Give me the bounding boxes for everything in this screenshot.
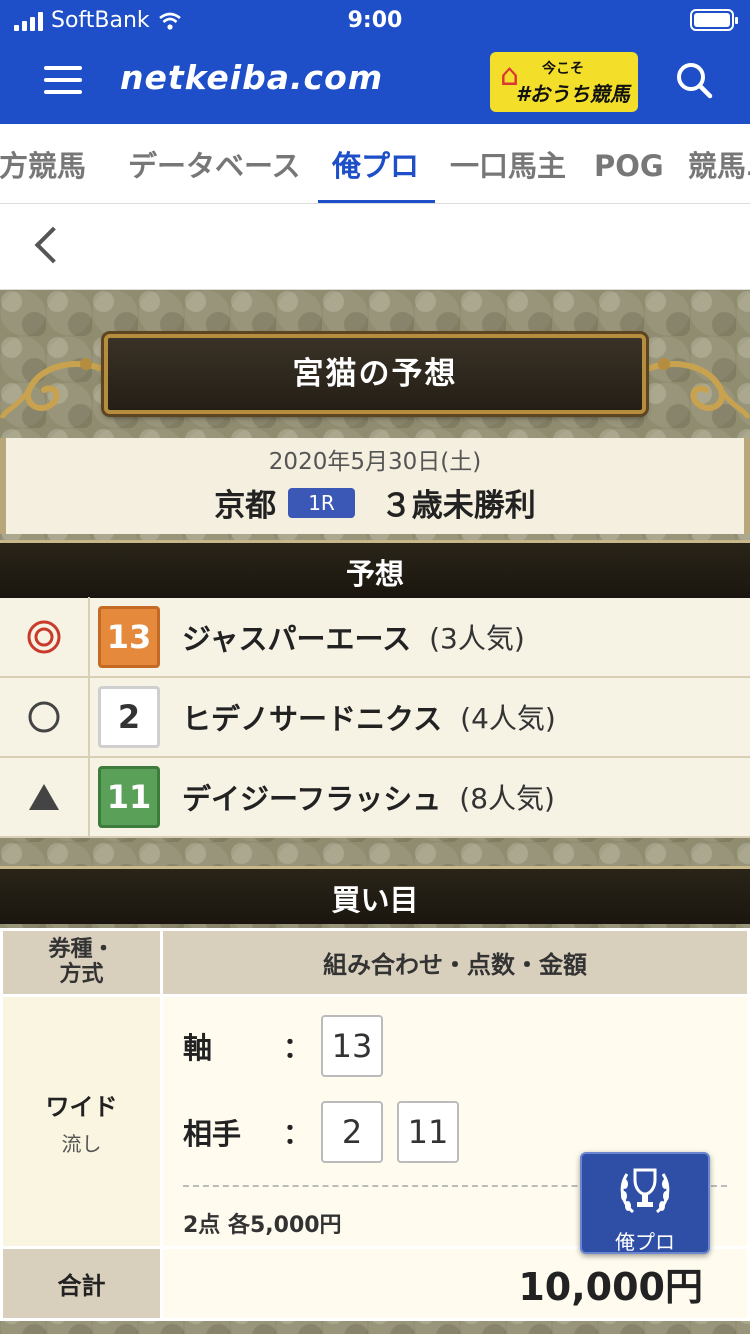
ornament-right-icon <box>647 358 750 420</box>
horse-name[interactable]: ジャスパーエース <box>182 616 411 658</box>
tab-database[interactable]: データベース <box>128 124 301 203</box>
top-bar: SoftBank 9:00 netkeiba.com ⌂ 今こそ #おうち競馬 <box>0 0 750 124</box>
ore-pro-fab-button[interactable]: 俺プロ <box>580 1152 710 1254</box>
bets-table-wrapper: 券種・ 方式 組み合わせ・点数・金額 ワイド 流し 軸 ： 13 相手 ： 2 1… <box>0 928 750 1321</box>
site-logo[interactable]: netkeiba.com <box>120 58 383 97</box>
category-tabs: 地方競馬 データベース 俺プロ 一口馬主 POG 競馬ニ <box>0 124 750 204</box>
tab-hitokuchi[interactable]: 一口馬主 <box>450 124 566 203</box>
race-name: ３歳未勝利 <box>380 488 536 524</box>
nav-bar <box>0 204 750 290</box>
promo-line1: 今こそ <box>542 61 584 77</box>
race-info: 2020年5月30日(土) 京都 1R ３歳未勝利 <box>0 438 750 534</box>
partner-label: 相手 <box>183 1117 242 1151</box>
bets-table: 券種・ 方式 組み合わせ・点数・金額 ワイド 流し 軸 ： 13 相手 ： 2 1… <box>0 928 750 1321</box>
back-chevron-icon[interactable] <box>34 226 72 264</box>
battery-icon <box>690 9 738 31</box>
circle-mark-icon <box>0 677 90 757</box>
clock: 9:00 <box>347 8 403 33</box>
picks-list: 13 ジャスパーエース (3人気) 2 ヒデノサードニクス (4人気) 11 デ… <box>0 597 750 838</box>
partner-row: 相手 ： 2 11 <box>183 1101 473 1163</box>
bet-type: ワイド <box>45 1092 118 1121</box>
header-bet-type: 券種・ 方式 <box>0 928 163 997</box>
prediction-title: 宮猫の予想 <box>292 356 458 392</box>
pick-row[interactable]: 13 ジャスパーエース (3人気) <box>0 597 750 678</box>
partner-colon: ： <box>283 1117 312 1150</box>
race-date: 2020年5月30日(土) <box>268 449 482 475</box>
app-header: netkeiba.com ⌂ 今こそ #おうち競馬 <box>0 40 750 124</box>
tab-keiba-news[interactable]: 競馬ニ <box>688 124 750 203</box>
bet-points: 2点 各5,000円 <box>183 1213 342 1238</box>
partner-horse-number: 11 <box>397 1101 460 1163</box>
bet-method: 流し <box>61 1131 102 1156</box>
tab-local-racing[interactable]: 地方競馬 <box>0 124 86 203</box>
axis-label: 軸 <box>183 1031 213 1065</box>
pick-row[interactable]: 11 デイジーフラッシュ (8人気) <box>0 757 750 838</box>
status-bar: SoftBank 9:00 <box>0 0 750 40</box>
triangle-mark-icon <box>0 757 90 837</box>
pick-row[interactable]: 2 ヒデノサードニクス (4人気) <box>0 677 750 758</box>
tab-pog[interactable]: POG <box>594 124 664 203</box>
bet-type-cell: ワイド 流し <box>0 994 163 1249</box>
fab-label: 俺プロ <box>615 1230 675 1254</box>
bets-section-header: 買い目 <box>0 866 750 924</box>
promo-line2: #おうち競馬 <box>516 82 630 106</box>
horse-name[interactable]: デイジーフラッシュ <box>182 776 441 818</box>
horse-number: 2 <box>98 686 160 748</box>
partner-horse-number: 2 <box>321 1101 384 1163</box>
ornament-left-icon <box>0 358 103 420</box>
header-combination: 組み合わせ・点数・金額 <box>160 928 750 997</box>
promo-banner[interactable]: ⌂ 今こそ #おうち競馬 <box>490 52 638 112</box>
horse-popularity: (4人気) <box>460 702 556 735</box>
prediction-title-plate: 宮猫の予想 <box>104 334 646 414</box>
horse-name[interactable]: ヒデノサードニクス <box>182 696 442 738</box>
trophy-laurel-icon <box>620 1168 670 1214</box>
race-number-badge: 1R <box>288 487 355 518</box>
total-label: 合計 <box>0 1246 163 1321</box>
horse-number: 11 <box>98 766 160 828</box>
axis-horse-number: 13 <box>321 1015 384 1077</box>
horse-popularity: (3人気) <box>429 622 525 655</box>
tab-ore-pro[interactable]: 俺プロ <box>317 124 436 203</box>
axis-row: 軸 ： 13 <box>183 1015 397 1077</box>
search-icon[interactable] <box>674 60 714 100</box>
axis-colon: ： <box>283 1031 312 1064</box>
menu-icon[interactable] <box>44 66 82 94</box>
horse-number: 13 <box>98 606 160 668</box>
double-circle-mark-icon <box>0 597 90 677</box>
horse-popularity: (8人気) <box>459 782 555 815</box>
total-amount: 10,000円 <box>160 1246 750 1321</box>
race-venue: 京都 <box>214 488 277 524</box>
picks-section-header: 予想 <box>0 540 750 598</box>
